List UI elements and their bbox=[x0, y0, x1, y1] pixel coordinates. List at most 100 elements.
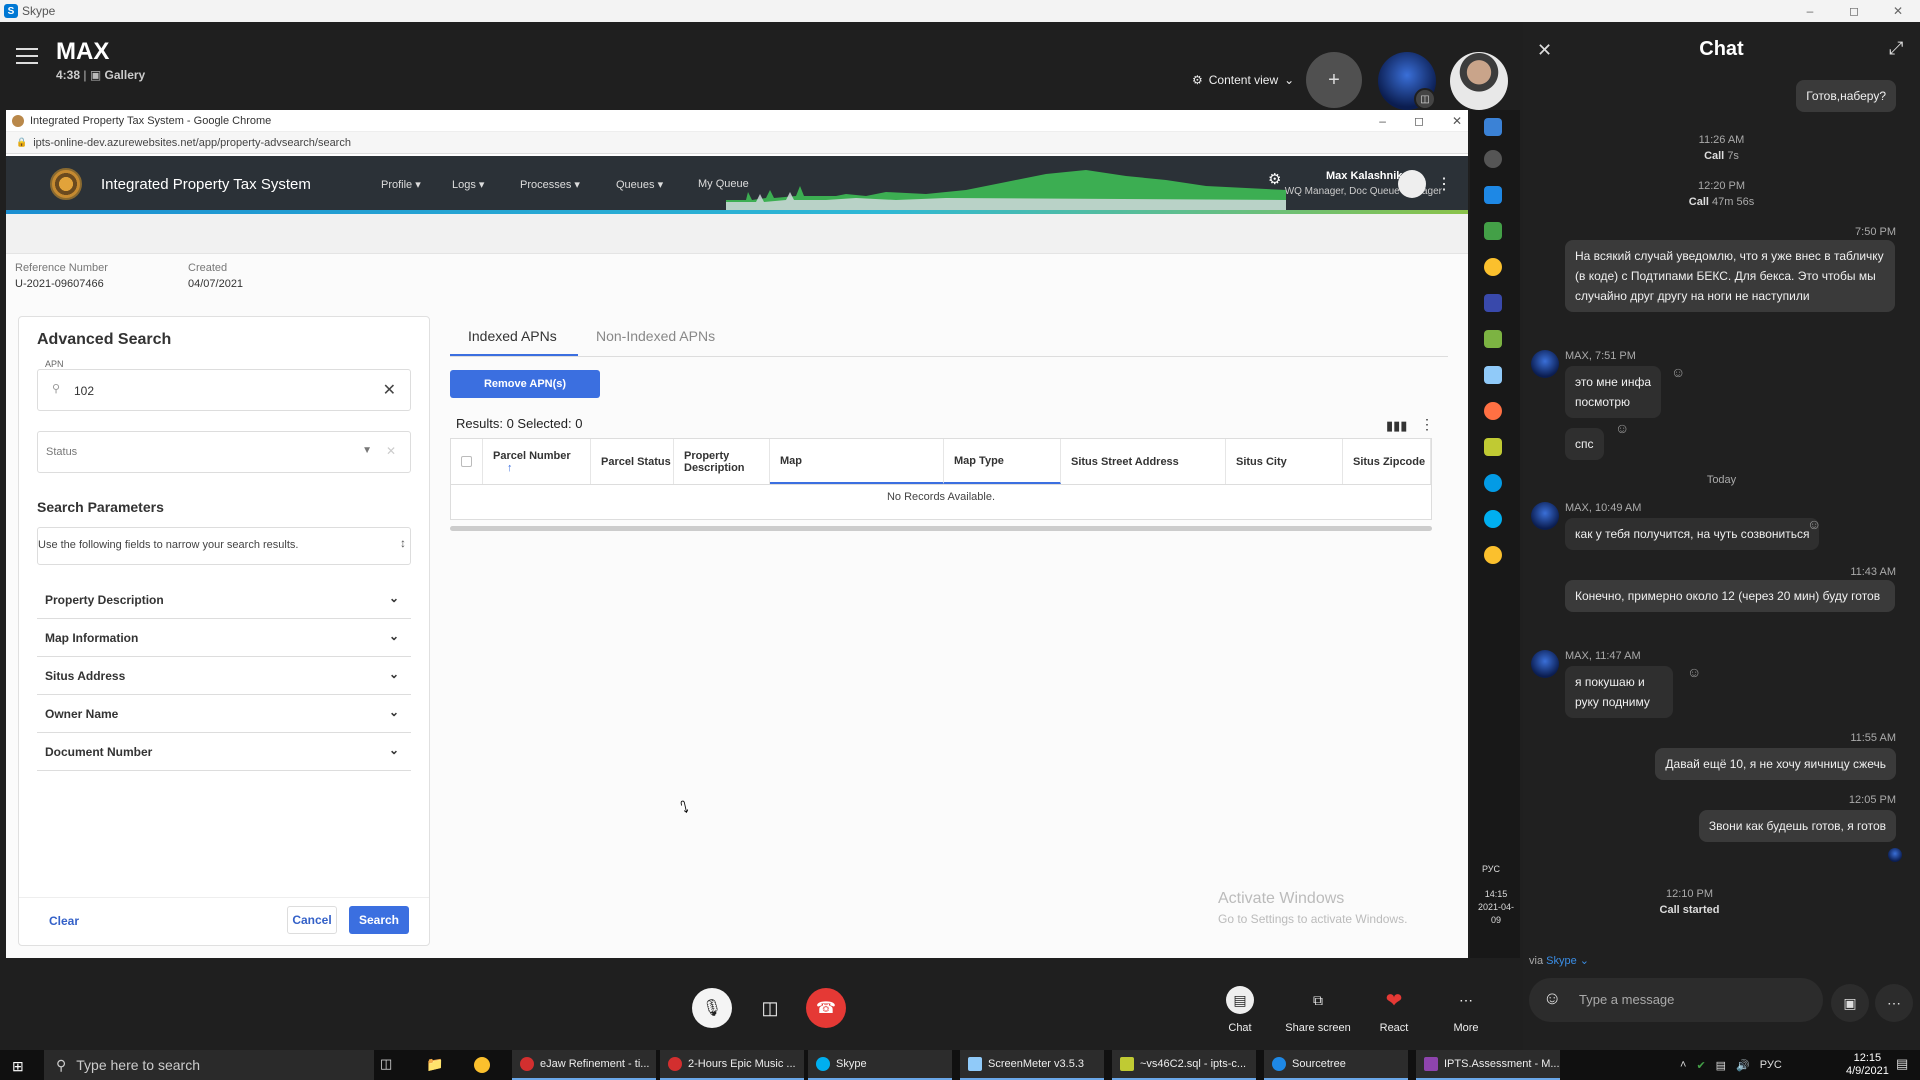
expand-collapse-icon[interactable]: ↕ bbox=[400, 536, 406, 550]
clear-apn-icon[interactable]: ✕ bbox=[383, 380, 396, 400]
columns-icon[interactable]: ▮▮▮ bbox=[1386, 418, 1407, 434]
show-hidden-icons-icon[interactable]: ˄ bbox=[1680, 1059, 1686, 1071]
windows-start-icon[interactable]: ⊞ bbox=[12, 1058, 24, 1075]
taskbar-app-opera-1[interactable]: eJaw Refinement - ti... bbox=[512, 1050, 656, 1080]
remove-apns-button[interactable]: Remove APN(s) bbox=[450, 370, 600, 398]
tab-non-indexed-apns[interactable]: Non-Indexed APNs bbox=[596, 328, 715, 344]
skype-icon[interactable] bbox=[1484, 510, 1502, 528]
column-map-type[interactable]: Map Type bbox=[944, 439, 1061, 484]
notifications-icon[interactable]: ▤ bbox=[1896, 1056, 1908, 1072]
expand-chat-icon[interactable]: ⤢ bbox=[1889, 38, 1903, 59]
grid-more-icon[interactable]: ⋮ bbox=[1420, 416, 1434, 433]
react-button[interactable]: ❤ React bbox=[1354, 986, 1434, 1035]
nav-profile[interactable]: Profile ▾ bbox=[381, 178, 421, 191]
column-parcel-status[interactable]: Parcel Status bbox=[591, 439, 674, 484]
windows-start-icon[interactable] bbox=[1484, 118, 1502, 136]
column-parcel-number[interactable]: Parcel Number ↑ bbox=[483, 439, 591, 484]
search-icon[interactable] bbox=[1484, 150, 1502, 168]
accordion-situs-address[interactable]: Situs Address ⌄ bbox=[37, 657, 411, 695]
chrome-icon[interactable] bbox=[1484, 258, 1502, 276]
task-view-icon[interactable]: ◫ bbox=[380, 1056, 392, 1072]
taskbar-app-visual-studio[interactable]: IPTS.Assessment - M... bbox=[1416, 1050, 1560, 1080]
add-reaction-icon[interactable]: ☺ bbox=[1671, 364, 1685, 380]
column-situs-city[interactable]: Situs City bbox=[1226, 439, 1343, 484]
chat-toggle-button[interactable]: ▤ Chat bbox=[1200, 986, 1280, 1034]
user-avatar-icon[interactable] bbox=[1398, 170, 1426, 198]
microphone-button[interactable]: 🎙 bbox=[692, 988, 732, 1028]
security-icon[interactable]: ✔ bbox=[1696, 1059, 1705, 1072]
camera-off-button[interactable]: ◫ bbox=[750, 988, 790, 1028]
status-select[interactable]: Status ▼ ✕ bbox=[37, 431, 411, 473]
volume-icon[interactable]: 🔊 bbox=[1736, 1059, 1750, 1072]
accordion-owner-name[interactable]: Owner Name ⌄ bbox=[37, 695, 411, 733]
telegram-icon[interactable] bbox=[1484, 474, 1502, 492]
taskbar-app-sourcetree[interactable]: Sourcetree bbox=[1264, 1050, 1408, 1080]
network-icon[interactable]: ▤ bbox=[1716, 1059, 1726, 1072]
taskbar-search[interactable]: ⚲ Type here to search bbox=[44, 1050, 374, 1080]
chrome-icon[interactable] bbox=[1484, 546, 1502, 564]
app-icon[interactable] bbox=[1484, 366, 1502, 384]
message-input[interactable]: ☺ Type a message bbox=[1529, 978, 1823, 1022]
message-in[interactable]: я покушаю и руку подниму bbox=[1565, 666, 1673, 718]
nav-processes[interactable]: Processes ▾ bbox=[520, 178, 580, 191]
chat-more-button[interactable]: ⋯ bbox=[1875, 984, 1913, 1022]
select-all-checkbox[interactable] bbox=[451, 439, 483, 484]
add-reaction-icon[interactable]: ☺ bbox=[1615, 420, 1629, 436]
nav-logs[interactable]: Logs ▾ bbox=[452, 178, 484, 191]
column-situs-zipcode[interactable]: Situs Zipcode bbox=[1343, 439, 1431, 484]
app-menu-kebab-icon[interactable]: ⋮ bbox=[1436, 174, 1452, 194]
taskbar-clock[interactable]: 12:15 4/9/2021 bbox=[1846, 1052, 1889, 1078]
add-reaction-icon[interactable]: ☺ bbox=[1687, 664, 1701, 680]
edge-icon[interactable] bbox=[1484, 186, 1502, 204]
column-situs-street-address[interactable]: Situs Street Address bbox=[1061, 439, 1226, 484]
column-map[interactable]: Map bbox=[770, 439, 944, 484]
app-icon[interactable] bbox=[1484, 402, 1502, 420]
message-in[interactable]: спс bbox=[1565, 428, 1604, 460]
call-view-label[interactable]: Gallery bbox=[105, 68, 146, 82]
participant-avatar-self[interactable] bbox=[1450, 52, 1508, 110]
save-icon[interactable] bbox=[1484, 294, 1502, 312]
minimize-icon[interactable]: – bbox=[1788, 0, 1832, 22]
share-screen-button[interactable]: ⧉ Share screen bbox=[1278, 986, 1358, 1035]
chrome-minimize-icon[interactable]: – bbox=[1379, 114, 1386, 128]
via-skype-link[interactable]: Skype bbox=[1546, 955, 1577, 967]
message-in[interactable]: как у тебя получится, на чуть созвонитьс… bbox=[1565, 518, 1820, 550]
tab-indexed-apns[interactable]: Indexed APNs bbox=[468, 328, 557, 344]
taskbar-app-screenmeter[interactable]: ScreenMeter v3.5.3 bbox=[960, 1050, 1104, 1080]
apn-input[interactable]: ⚲ 102 ✕ bbox=[37, 369, 411, 411]
taskbar-app-sql[interactable]: ~vs46C2.sql - ipts-c... bbox=[1112, 1050, 1256, 1080]
close-icon[interactable]: ✕ bbox=[1876, 0, 1920, 22]
message-out[interactable]: Звони как будешь готов, я готов bbox=[1698, 810, 1896, 842]
chrome-close-icon[interactable]: ✕ bbox=[1452, 114, 1462, 128]
message-out[interactable]: Готов,наберу? bbox=[1796, 80, 1896, 112]
status-clear-icon[interactable]: ✕ bbox=[386, 444, 396, 458]
grid-horizontal-scrollbar[interactable] bbox=[450, 526, 1432, 531]
end-call-button[interactable]: ☎ bbox=[806, 988, 846, 1028]
hamburger-menu-icon[interactable] bbox=[16, 48, 38, 66]
cancel-button[interactable]: Cancel bbox=[287, 906, 337, 934]
taskbar-app-skype[interactable]: Skype bbox=[808, 1050, 952, 1080]
clear-button[interactable]: Clear bbox=[49, 914, 79, 928]
media-button[interactable]: ▣ bbox=[1831, 984, 1869, 1022]
column-property-description[interactable]: Property Description bbox=[674, 439, 770, 484]
maximize-icon[interactable]: ◻ bbox=[1832, 0, 1876, 22]
accordion-map-information[interactable]: Map Information ⌄ bbox=[37, 619, 411, 657]
chrome-icon[interactable] bbox=[474, 1057, 490, 1073]
spreadsheet-icon[interactable] bbox=[1484, 222, 1502, 240]
accordion-document-number[interactable]: Document Number ⌄ bbox=[37, 733, 411, 771]
app-icon[interactable] bbox=[1484, 330, 1502, 348]
search-button[interactable]: Search bbox=[349, 906, 409, 934]
message-out[interactable]: На всякий случай уведомлю, что я уже вне… bbox=[1565, 240, 1895, 312]
add-people-button[interactable]: + bbox=[1306, 52, 1362, 108]
input-language[interactable]: РУС bbox=[1760, 1059, 1782, 1071]
message-in[interactable]: это мне инфа посмотрю bbox=[1565, 366, 1661, 418]
message-out[interactable]: Давай ещё 10, я не хочу яичницу сжечь bbox=[1655, 748, 1896, 780]
accordion-property-description[interactable]: Property Description ⌄ bbox=[37, 581, 411, 619]
more-options-button[interactable]: ⋯ More bbox=[1426, 986, 1506, 1035]
nav-queues[interactable]: Queues ▾ bbox=[616, 178, 663, 191]
address-bar[interactable]: 🔒 ipts-online-dev.azurewebsites.net/app/… bbox=[6, 132, 1468, 154]
message-out[interactable]: Конечно, примерно около 12 (через 20 мин… bbox=[1565, 580, 1895, 612]
emoji-icon[interactable]: ☺ bbox=[1543, 988, 1561, 1009]
app-icon[interactable] bbox=[1484, 438, 1502, 456]
taskbar-app-opera-2[interactable]: 2-Hours Epic Music ... bbox=[660, 1050, 804, 1080]
